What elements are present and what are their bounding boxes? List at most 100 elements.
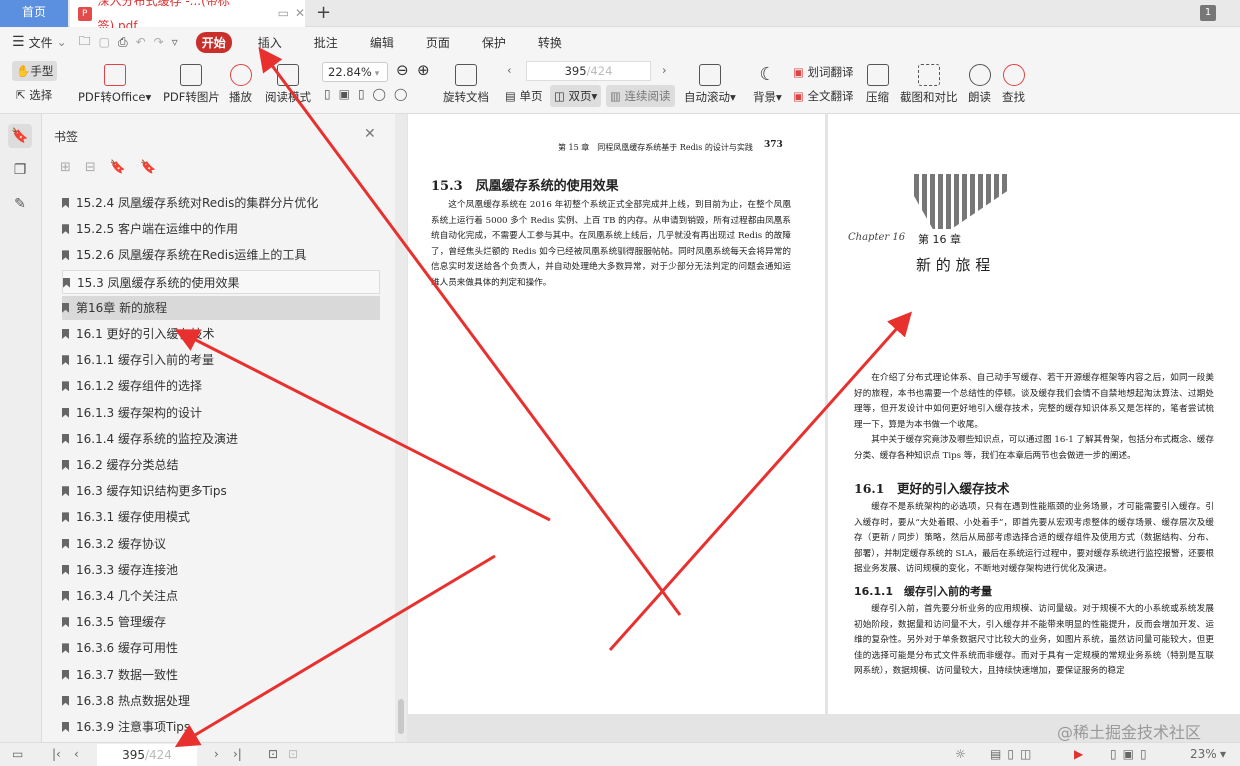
save-icon[interactable]: ▢ [99, 35, 110, 49]
bookmark-item[interactable]: 16.1 更好的引入缓存技术 [62, 322, 380, 346]
thumbnail-icon[interactable]: ❐ [8, 158, 32, 182]
undo-icon[interactable]: ↶ [136, 35, 146, 49]
fit-buttons[interactable]: ▯▣▯◯◯ [324, 87, 415, 101]
word-translate-button[interactable]: ▣ 划词翻译 [793, 64, 854, 80]
bookmark-item[interactable]: 16.3.3 缓存连接池 [62, 558, 380, 582]
hamburger-icon[interactable]: ☰ [12, 34, 25, 50]
double-page-button[interactable]: ◫ 双页▾ [550, 85, 602, 107]
find-button[interactable]: 查找 [1002, 64, 1025, 105]
zoom-select[interactable]: 22.84% ▾ [322, 62, 388, 82]
tab-document[interactable]: P 深入分布式缓存 -...(带标签).pdf ▭ ✕ [70, 0, 305, 33]
bookmark-label: 15.2.6 凤凰缓存系统在Redis运维上的工具 [76, 248, 307, 263]
tab-home[interactable]: 首页 [0, 0, 68, 27]
bookmark-label: 16.3.5 管理缓存 [76, 615, 166, 630]
bookmark-item[interactable]: 16.3.9 注意事项Tips [62, 715, 380, 739]
zoom-dropdown-icon[interactable]: ▾ [1220, 747, 1226, 761]
panel-scrollbar[interactable] [395, 114, 407, 742]
bookmark-item[interactable]: 16.3.8 热点数据处理 [62, 689, 380, 713]
menu-insert[interactable]: 插入 [252, 32, 288, 53]
bookmark-item[interactable]: 16.1.4 缓存系统的监控及演进 [62, 427, 380, 451]
continuous-read-button[interactable]: ▥ 连续阅读 [606, 85, 675, 107]
bookmark-tools[interactable]: ⊞⊟🔖🔖 [60, 160, 170, 175]
forward-icon[interactable]: ⊡ [288, 747, 298, 761]
more-icon[interactable]: ▿ [172, 35, 178, 49]
auto-scroll-button[interactable]: 自动滚动▾ [684, 64, 736, 105]
menu-edit[interactable]: 编辑 [364, 32, 400, 53]
play-button[interactable]: 播放 [229, 64, 252, 105]
section-paragraph-16-1-1: 缓存引入前，首先要分析业务的应用规模、访问量级。对于规模不大的小系统或系统发展初… [854, 604, 1214, 676]
menu-start[interactable]: 开始 [195, 31, 232, 53]
eye-care-icon[interactable]: ☼ [955, 747, 966, 761]
zoom-out-icon[interactable]: ⊖ [396, 61, 409, 79]
pdf-to-office-button[interactable]: PDF转Office▾ [78, 64, 151, 105]
bookmark-panel-icon[interactable]: 🔖 [8, 124, 32, 148]
panel-toggle-icon[interactable]: ▭ [12, 747, 23, 761]
last-page-icon[interactable]: ›| [233, 747, 242, 761]
close-tab-icon[interactable]: ✕ [295, 1, 305, 26]
select-tool-button[interactable]: ⇱ 选择 [16, 87, 52, 103]
monitor-icon[interactable]: ▭ [278, 1, 289, 26]
compress-button[interactable]: 压缩 [866, 64, 889, 105]
bookmark-icon [62, 695, 69, 706]
play-icon[interactable]: ▶ [1074, 747, 1083, 761]
next-page-icon[interactable]: › [662, 63, 667, 77]
screenshot-compare-button[interactable]: 截图和对比 [900, 64, 958, 105]
bookmark-item[interactable]: 15.2.4 凤凰缓存系统对Redis的集群分片优化 [62, 191, 380, 215]
close-panel-icon[interactable]: ✕ [364, 126, 376, 142]
find-icon [1002, 64, 1025, 86]
read-mode-button[interactable]: 阅读模式 [265, 64, 311, 105]
full-translate-button[interactable]: ▣ 全文翻译 [793, 88, 854, 104]
view-mode-icons[interactable]: ▤▯◫ [990, 747, 1037, 761]
chevron-down-icon[interactable]: ⌄ [57, 35, 67, 49]
document-area: 第 15 章 同程凤凰缓存系统基于 Redis 的设计与实践 373 15.3 … [407, 114, 1240, 742]
scroll-thumb[interactable] [398, 699, 404, 734]
status-zoom[interactable]: 23% [1190, 747, 1217, 761]
running-header: 第 15 章 同程凤凰缓存系统基于 Redis 的设计与实践 [558, 143, 753, 152]
next-page-icon[interactable]: › [214, 747, 219, 761]
menu-file[interactable]: 文件 [29, 34, 53, 51]
bookmark-item[interactable]: 16.3.4 几个关注点 [62, 584, 380, 608]
hand-tool-button[interactable]: ✋手型 [12, 61, 58, 81]
back-icon[interactable]: ⊡ [268, 747, 278, 761]
new-tab-button[interactable]: + [316, 2, 331, 23]
bookmark-item[interactable]: 15.2.5 客户端在运维中的作用 [62, 217, 380, 241]
bookmark-item[interactable]: 16.3.5 管理缓存 [62, 610, 380, 634]
print-icon[interactable]: ⎙ [118, 35, 128, 50]
menu-page[interactable]: 页面 [420, 32, 456, 53]
annotation-icon[interactable]: ✎ [8, 192, 32, 216]
bookmark-item[interactable]: 16.3 缓存知识结构更多Tips [62, 479, 380, 503]
menu-protect[interactable]: 保护 [476, 32, 512, 53]
prev-page-icon[interactable]: ‹ [507, 63, 512, 77]
bookmark-item[interactable]: 15.2.6 凤凰缓存系统在Redis运维上的工具 [62, 243, 380, 267]
bookmark-label: 16.1 更好的引入缓存技术 [76, 327, 215, 341]
bookmark-item[interactable]: 16.3.6 缓存可用性 [62, 636, 380, 660]
menu-convert[interactable]: 转换 [532, 32, 568, 53]
bookmark-item[interactable]: 16.3.1 缓存使用模式 [62, 505, 380, 529]
page-input[interactable]: 395/424 [526, 61, 651, 81]
open-icon[interactable]: 🗀 [79, 32, 91, 53]
bookmark-item[interactable]: 16.3.7 数据一致性 [62, 663, 380, 687]
redo-icon[interactable]: ↷ [154, 35, 164, 49]
bookmark-label: 16.1.1 缓存引入前的考量 [76, 353, 214, 368]
rotate-document-button[interactable]: 旋转文档 [443, 64, 489, 105]
bookmark-item[interactable]: 第16章 新的旅程 [62, 295, 380, 320]
prev-page-icon[interactable]: ‹ [74, 747, 79, 761]
first-page-icon[interactable]: |‹ [52, 747, 61, 761]
bookmark-item[interactable]: 15.3 凤凰缓存系统的使用效果 [62, 269, 380, 294]
bookmark-item[interactable]: 16.1.2 缓存组件的选择 [62, 374, 380, 398]
window-count-badge[interactable]: 1 [1200, 5, 1216, 21]
bookmark-icon [62, 617, 69, 628]
zoom-in-icon[interactable]: ⊕ [417, 61, 430, 79]
single-page-button[interactable]: ▤ 单页 [505, 88, 543, 104]
fit-mode-icons[interactable]: ▯▣▯ [1110, 747, 1153, 761]
pdf-to-image-button[interactable]: PDF转图片 [163, 64, 220, 105]
status-page-input[interactable]: 395/424 [97, 744, 197, 766]
bookmark-item[interactable]: 16.1.1 缓存引入前的考量 [62, 348, 380, 372]
bookmark-item[interactable]: 16.1.3 缓存架构的设计 [62, 401, 380, 425]
bookmark-icon [62, 564, 69, 575]
background-button[interactable]: ☾ 背景▾ [753, 64, 782, 105]
menu-annotate[interactable]: 批注 [308, 32, 344, 53]
bookmark-item[interactable]: 16.3.2 缓存协议 [62, 532, 380, 556]
bookmark-item[interactable]: 16.2 缓存分类总结 [62, 453, 380, 477]
read-aloud-button[interactable]: 朗读 [968, 64, 991, 105]
